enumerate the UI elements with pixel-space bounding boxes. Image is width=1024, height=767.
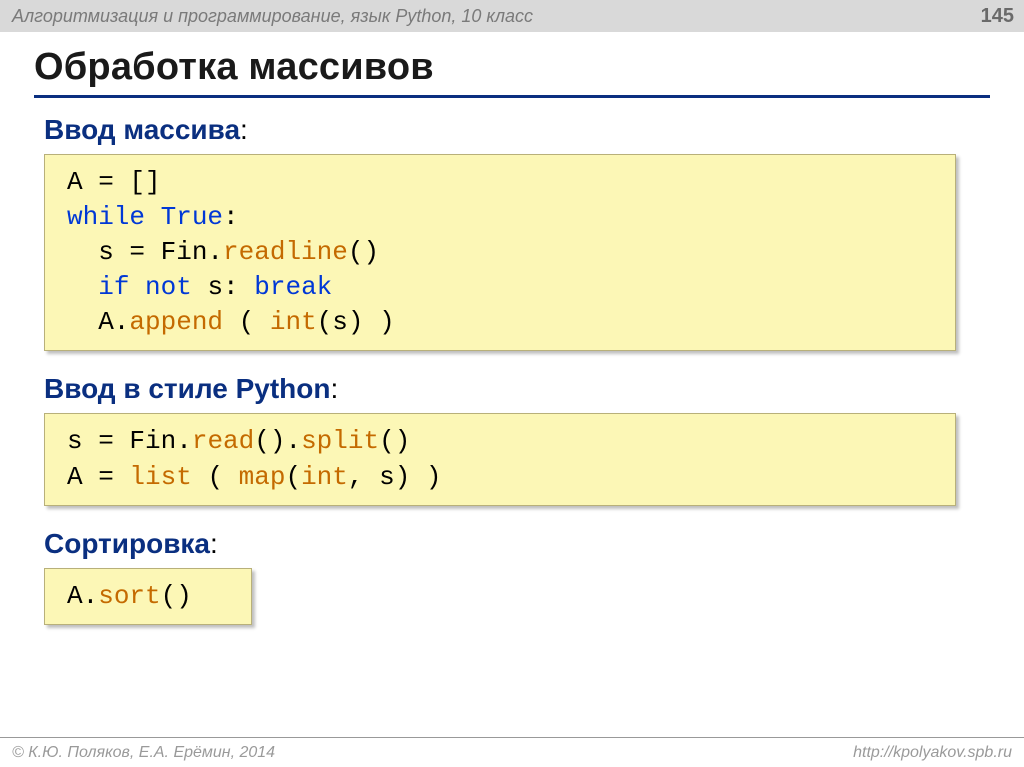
code-func: int	[270, 307, 317, 337]
code-text: A.	[67, 581, 98, 611]
code-text	[67, 272, 98, 302]
code-text: Fin.	[161, 237, 223, 267]
code-text: ()	[379, 426, 410, 456]
course-title: Алгоритмизация и программирование, язык …	[12, 6, 533, 27]
code-text: A	[67, 167, 83, 197]
code-block-3: A.sort()	[44, 568, 252, 625]
subhead-label: Сортировка	[44, 528, 210, 559]
code-text: :	[223, 202, 239, 232]
code-text: =	[83, 462, 130, 492]
code-text: A.	[67, 307, 129, 337]
slide: Алгоритмизация и программирование, язык …	[0, 0, 1024, 767]
subhead-python-style: Ввод в стиле Python:	[44, 373, 986, 405]
code-keyword: break	[254, 272, 332, 302]
code-func: list	[129, 462, 191, 492]
code-func: sort	[98, 581, 160, 611]
code-text: ().	[254, 426, 301, 456]
code-text: =	[114, 237, 161, 267]
code-text: , s) )	[348, 462, 442, 492]
code-text: s	[67, 426, 83, 456]
code-func: read	[192, 426, 254, 456]
copyright: © К.Ю. Поляков, Е.А. Ерёмин, 2014	[12, 744, 275, 762]
code-func: readline	[223, 237, 348, 267]
slide-title: Обработка массивов	[34, 46, 990, 89]
code-keyword: True	[145, 202, 223, 232]
colon: :	[331, 373, 339, 404]
code-keyword: while	[67, 202, 145, 232]
code-func: append	[129, 307, 223, 337]
slide-header: Алгоритмизация и программирование, язык …	[0, 0, 1024, 32]
code-text: = []	[83, 167, 161, 197]
colon: :	[210, 528, 218, 559]
code-text: Fin.	[129, 426, 191, 456]
subhead-label: Ввод в стиле Python	[44, 373, 331, 404]
code-block-1: A = [] while True: s = Fin.readline() if…	[44, 154, 956, 351]
page-number: 145	[981, 5, 1014, 28]
code-text: s:	[192, 272, 254, 302]
code-text: =	[83, 426, 130, 456]
code-text: (	[192, 462, 239, 492]
slide-footer: © К.Ю. Поляков, Е.А. Ерёмин, 2014 http:/…	[0, 737, 1024, 767]
colon: :	[240, 114, 248, 145]
code-text: ()	[161, 581, 192, 611]
title-block: Обработка массивов	[0, 32, 1024, 98]
subhead-input-array: Ввод массива:	[44, 114, 986, 146]
subhead-sorting: Сортировка:	[44, 528, 986, 560]
code-text: (	[223, 307, 270, 337]
subhead-label: Ввод массива	[44, 114, 240, 145]
footer-url: http://kpolyakov.spb.ru	[853, 744, 1012, 762]
code-text: (	[285, 462, 301, 492]
code-func: split	[301, 426, 379, 456]
code-text: A	[67, 462, 83, 492]
code-text: ()	[348, 237, 379, 267]
code-text: s	[67, 237, 114, 267]
code-keyword: if not	[98, 272, 192, 302]
code-block-2: s = Fin.read().split() A = list ( map(in…	[44, 413, 956, 505]
code-text: (s) )	[317, 307, 395, 337]
code-func: int	[301, 462, 348, 492]
code-func: map	[239, 462, 286, 492]
content: Ввод массива: A = [] while True: s = Fin…	[0, 98, 1024, 643]
